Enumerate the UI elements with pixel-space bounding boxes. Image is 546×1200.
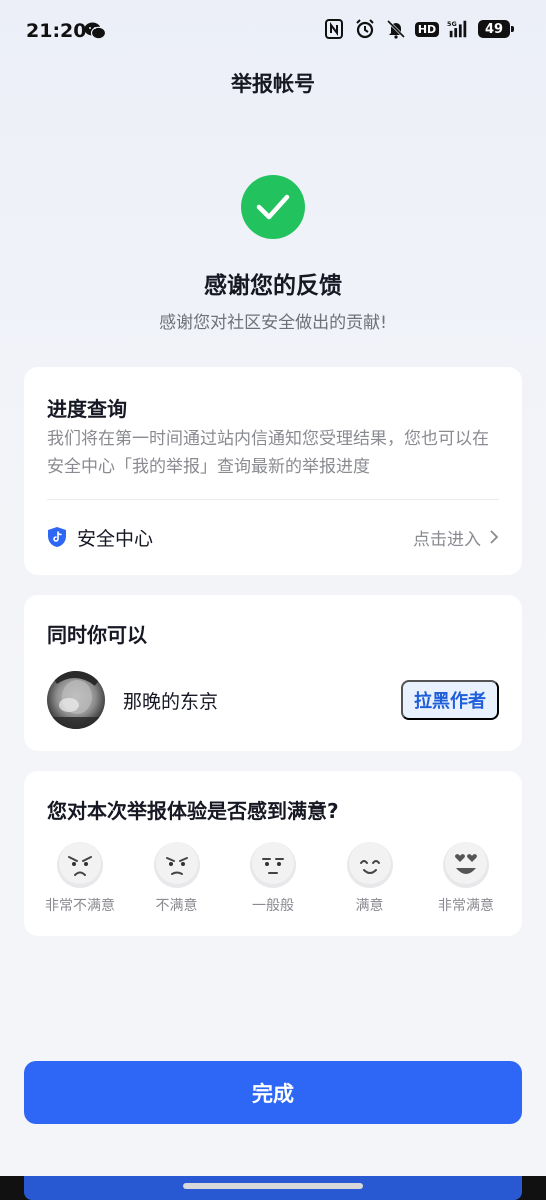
mute-icon — [385, 18, 407, 40]
avatar[interactable] — [47, 671, 105, 729]
divider — [47, 499, 499, 500]
reported-user-row: 那晚的东京 拉黑作者 — [47, 671, 499, 729]
block-author-button[interactable]: 拉黑作者 — [401, 680, 499, 720]
rating-dissatisfied[interactable]: 不满意 — [135, 841, 219, 915]
very-dissatisfied-face-icon — [57, 842, 103, 888]
rating-card: 您对本次举报体验是否感到满意? 非常不满意 不满意 一般般 满意 非常满意 — [24, 771, 522, 936]
rating-satisfied[interactable]: 满意 — [328, 841, 412, 915]
battery-icon: 49 — [478, 20, 514, 38]
user-name: 那晚的东京 — [123, 690, 219, 713]
check-icon — [241, 175, 305, 239]
rating-very-satisfied[interactable]: 非常满意 — [424, 841, 508, 915]
svg-text:5G: 5G — [447, 20, 457, 28]
thanks-title: 感谢您的反馈 — [204, 273, 342, 299]
rating-label: 非常不满意 — [45, 898, 115, 914]
status-time: 21:20 — [26, 20, 87, 42]
rating-label: 满意 — [355, 898, 384, 914]
thanks-subtitle: 感谢您对社区安全做出的贡献! — [159, 313, 387, 333]
enter-label: 点击进入 — [413, 529, 481, 550]
shield-icon — [48, 527, 66, 547]
rating-label: 一般般 — [252, 898, 294, 914]
rating-label: 不满意 — [155, 898, 198, 914]
alarm-icon — [354, 18, 376, 40]
security-center-label: 安全中心 — [77, 527, 154, 550]
actions-card: 同时你可以 那晚的东京 拉黑作者 — [24, 595, 522, 751]
neutral-face-icon — [250, 842, 296, 888]
very-satisfied-face-icon — [443, 842, 489, 888]
page-title: 举报帐号 — [231, 72, 315, 96]
chevron-right-icon — [490, 530, 499, 544]
rating-question: 您对本次举报体验是否感到满意? — [47, 799, 339, 823]
nfc-icon — [323, 18, 345, 40]
satisfied-face-icon — [346, 842, 393, 888]
security-center-row[interactable]: 安全中心 点击进入 — [47, 519, 499, 555]
done-button[interactable]: 完成 — [24, 1061, 522, 1124]
status-bar: 21:20 HD 5G 49 — [0, 0, 546, 62]
rating-options: 非常不满意 不满意 一般般 满意 非常满意 — [32, 841, 514, 915]
progress-description: 我们将在第一时间通过站内信通知您受理结果，您也可以在安全中心「我的举报」查询最新… — [47, 429, 489, 477]
hd-icon: HD — [414, 18, 440, 40]
progress-title: 进度查询 — [47, 397, 127, 421]
enter-link[interactable]: 点击进入 — [413, 525, 499, 550]
rating-label: 非常满意 — [438, 898, 494, 914]
actions-title: 同时你可以 — [47, 623, 147, 647]
home-indicator[interactable] — [183, 1183, 363, 1189]
signal-5g-icon: 5G — [447, 18, 469, 40]
dissatisfied-face-icon — [153, 842, 200, 888]
progress-card: 进度查询 我们将在第一时间通过站内信通知您受理结果，您也可以在安全中心「我的举报… — [24, 367, 522, 575]
rating-neutral[interactable]: 一般般 — [231, 841, 315, 915]
rating-very-dissatisfied[interactable]: 非常不满意 — [38, 841, 122, 915]
wechat-icon — [84, 22, 106, 40]
status-icons: HD 5G 49 — [323, 18, 514, 40]
